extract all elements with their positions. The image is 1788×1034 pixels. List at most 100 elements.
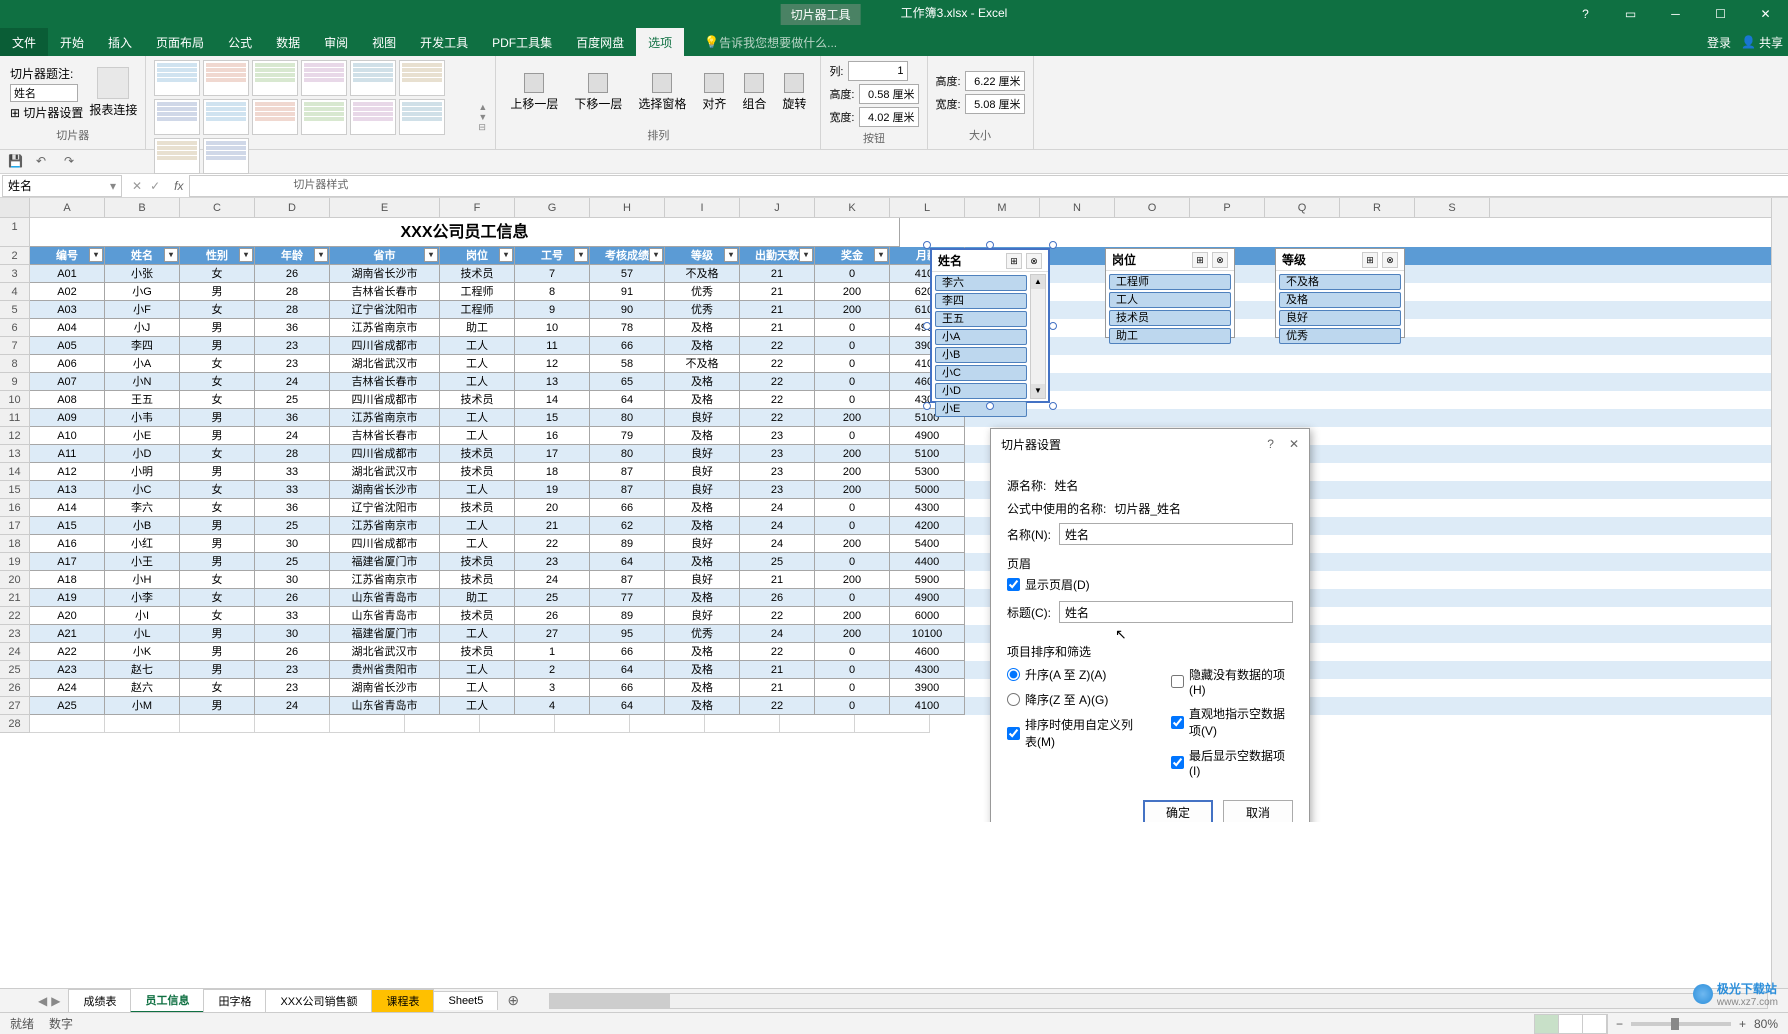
table-cell[interactable]: 4600 (890, 643, 965, 661)
table-row[interactable]: A11小D女28四川省成都市技术员1780良好232005100 (30, 445, 1788, 463)
filter-button[interactable]: ▾ (239, 248, 253, 262)
table-cell[interactable]: 小N (105, 373, 180, 391)
table-cell[interactable]: 良好 (665, 445, 740, 463)
table-cell[interactable]: 22 (740, 337, 815, 355)
table-row[interactable]: A17小王男25福建省厦门市技术员2364及格2504400 (30, 553, 1788, 571)
table-cell[interactable]: 22 (740, 643, 815, 661)
table-cell[interactable]: 4300 (890, 499, 965, 517)
table-cell[interactable]: 15 (515, 409, 590, 427)
table-cell[interactable]: 小M (105, 697, 180, 715)
column-header[interactable]: S (1415, 198, 1490, 217)
table-cell[interactable]: 不及格 (665, 265, 740, 283)
table-cell[interactable]: 64 (590, 661, 665, 679)
table-cell[interactable]: 技术员 (440, 463, 515, 481)
table-cell[interactable]: 江苏省南京市 (330, 319, 440, 337)
table-header[interactable]: 岗位▾ (440, 247, 515, 265)
table-cell[interactable]: 女 (180, 391, 255, 409)
table-cell[interactable]: 58 (590, 355, 665, 373)
report-connections-button[interactable]: 报表连接 (89, 67, 137, 118)
filter-button[interactable]: ▾ (499, 248, 513, 262)
table-cell[interactable]: 23 (740, 463, 815, 481)
column-header[interactable]: N (1040, 198, 1115, 217)
table-cell[interactable]: 及格 (665, 499, 740, 517)
table-cell[interactable]: 3900 (890, 679, 965, 697)
table-cell[interactable]: 男 (180, 625, 255, 643)
table-cell[interactable]: 12 (515, 355, 590, 373)
table-cell[interactable]: 优秀 (665, 301, 740, 319)
column-header[interactable]: L (890, 198, 965, 217)
slicer-item[interactable]: 工人 (1109, 292, 1231, 308)
row-header[interactable]: 20 (0, 571, 30, 589)
table-cell[interactable]: 30 (255, 535, 330, 553)
table-cell[interactable]: 22 (740, 607, 815, 625)
multi-select-icon[interactable]: ⊞ (1362, 252, 1378, 268)
table-cell[interactable]: 22 (740, 391, 815, 409)
table-cell[interactable]: 技术员 (440, 499, 515, 517)
table-cell[interactable]: 良好 (665, 409, 740, 427)
table-cell[interactable]: 0 (815, 427, 890, 445)
table-cell[interactable]: 小王 (105, 553, 180, 571)
add-sheet-button[interactable]: ⊕ (497, 989, 529, 1012)
table-cell[interactable]: 湖北省武汉市 (330, 355, 440, 373)
table-cell[interactable]: A04 (30, 319, 105, 337)
style-thumb[interactable] (399, 60, 445, 96)
menu-layout[interactable]: 页面布局 (144, 28, 216, 56)
slicer-post[interactable]: 岗位 ⊞ ⊗ 工程师工人技术员助工 (1105, 248, 1235, 338)
clear-filter-icon[interactable]: ⊗ (1382, 252, 1398, 268)
table-header[interactable]: 工号▾ (515, 247, 590, 265)
table-cell[interactable]: 四川省成都市 (330, 535, 440, 553)
column-header[interactable]: G (515, 198, 590, 217)
help-icon[interactable]: ? (1563, 0, 1608, 28)
table-cell[interactable]: A14 (30, 499, 105, 517)
table-row[interactable]: A19小李女26山东省青岛市助工2577及格2604900 (30, 589, 1788, 607)
filter-button[interactable]: ▾ (89, 248, 103, 262)
table-cell[interactable]: 赵七 (105, 661, 180, 679)
slicer-item[interactable]: 小C (935, 365, 1027, 381)
vertical-scrollbar[interactable] (1771, 198, 1788, 988)
table-cell[interactable]: 小韦 (105, 409, 180, 427)
table-cell[interactable]: 26 (255, 643, 330, 661)
table-cell[interactable]: 64 (590, 697, 665, 715)
table-cell[interactable]: 200 (815, 607, 890, 625)
row-header[interactable]: 18 (0, 535, 30, 553)
table-cell[interactable]: 4900 (890, 589, 965, 607)
table-cell[interactable]: 男 (180, 643, 255, 661)
menu-file[interactable]: 文件 (0, 28, 48, 56)
table-cell[interactable]: 女 (180, 589, 255, 607)
column-header[interactable]: K (815, 198, 890, 217)
ok-button[interactable]: 确定 (1143, 800, 1213, 822)
slicer-item[interactable]: 不及格 (1279, 274, 1401, 290)
table-cell[interactable]: 0 (815, 679, 890, 697)
table-cell[interactable]: 小明 (105, 463, 180, 481)
slicer-item[interactable]: 小A (935, 329, 1027, 345)
table-cell[interactable]: 0 (815, 319, 890, 337)
table-header[interactable]: 等级▾ (665, 247, 740, 265)
table-cell[interactable]: 23 (255, 679, 330, 697)
sheet-tab[interactable]: XXX公司销售额 (265, 989, 372, 1012)
row-header[interactable]: 12 (0, 427, 30, 445)
table-cell[interactable]: A19 (30, 589, 105, 607)
redo-icon[interactable]: ↷ (64, 154, 80, 170)
table-header[interactable]: 奖金▾ (815, 247, 890, 265)
horizontal-scrollbar[interactable] (549, 993, 1768, 1009)
table-cell[interactable]: 80 (590, 445, 665, 463)
menu-review[interactable]: 审阅 (312, 28, 360, 56)
table-row[interactable]: A21小L男30福建省厦门市工人2795优秀2420010100 (30, 625, 1788, 643)
table-cell[interactable]: 62 (590, 517, 665, 535)
table-cell[interactable]: 工人 (440, 697, 515, 715)
table-cell[interactable]: 0 (815, 391, 890, 409)
table-cell[interactable]: 王五 (105, 391, 180, 409)
table-cell[interactable]: A15 (30, 517, 105, 535)
table-cell[interactable]: 0 (815, 661, 890, 679)
table-cell[interactable]: 5100 (890, 445, 965, 463)
table-cell[interactable]: 77 (590, 589, 665, 607)
table-row[interactable]: A01小张女26湖南省长沙市技术员757不及格2104100 (30, 265, 1788, 283)
row-header[interactable]: 24 (0, 643, 30, 661)
table-cell[interactable]: 及格 (665, 679, 740, 697)
table-cell[interactable]: 22 (740, 373, 815, 391)
table-cell[interactable]: 3 (515, 679, 590, 697)
table-cell[interactable]: 山东省青岛市 (330, 697, 440, 715)
table-cell[interactable]: 及格 (665, 697, 740, 715)
column-header[interactable]: F (440, 198, 515, 217)
share-button[interactable]: 👤共享 (1741, 34, 1783, 51)
